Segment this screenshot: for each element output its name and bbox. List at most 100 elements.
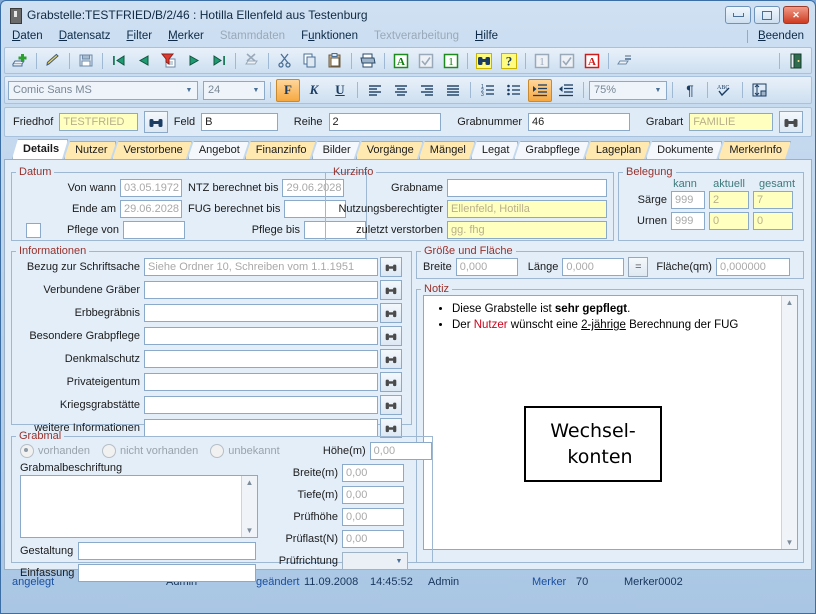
- menu-item-beenden[interactable]: Beenden: [758, 30, 804, 42]
- underline-button[interactable]: U: [328, 79, 352, 102]
- align-right-icon[interactable]: [415, 79, 439, 102]
- saerge-kann-field[interactable]: 999: [671, 191, 705, 209]
- pflege-von-checkbox[interactable]: [26, 222, 41, 238]
- copy-icon[interactable]: [298, 49, 322, 72]
- zoom-combo[interactable]: 75% ▼: [589, 80, 667, 100]
- minimize-button[interactable]: [725, 6, 751, 24]
- tab-angebot[interactable]: Angebot: [188, 141, 249, 159]
- denkmalschutz-field[interactable]: [144, 350, 378, 368]
- filter-icon[interactable]: [157, 49, 181, 72]
- kriegsgrabstaette-field[interactable]: [144, 396, 378, 414]
- feld-field[interactable]: B: [201, 113, 278, 131]
- first-record-icon[interactable]: [107, 49, 131, 72]
- font-name-combo[interactable]: Comic Sans MS ▼: [8, 80, 198, 100]
- number-field-grey-icon[interactable]: 1: [530, 49, 554, 72]
- zuletzt-verstorben-field[interactable]: gg. fhg: [447, 221, 607, 239]
- prueflast-field[interactable]: 0,00: [342, 530, 404, 548]
- saerge-gesamt-field[interactable]: 7: [753, 191, 793, 209]
- erbbegraebnis-binoculars-icon[interactable]: [380, 303, 402, 323]
- urnen-aktuell-field[interactable]: 0: [709, 212, 749, 230]
- verbundene-graeber-binoculars-icon[interactable]: [380, 280, 402, 300]
- line-spacing-icon[interactable]: [748, 79, 772, 102]
- font-size-combo[interactable]: 24 ▼: [203, 80, 265, 100]
- align-left-icon[interactable]: [363, 79, 387, 102]
- equals-button[interactable]: =: [628, 257, 649, 277]
- denkmalschutz-binoculars-icon[interactable]: [380, 349, 402, 369]
- pruefhoehe-field[interactable]: 0,00: [342, 508, 404, 526]
- scroll-down-icon[interactable]: ▼: [783, 536, 796, 549]
- grabmalbeschriftung-textarea[interactable]: ▲ ▼: [20, 475, 258, 538]
- text-field-green-icon[interactable]: A: [389, 49, 413, 72]
- menu-item-datensatz[interactable]: Datensatz: [59, 30, 111, 42]
- flaeche-field[interactable]: 0,000000: [715, 258, 790, 276]
- tab-maengel[interactable]: Mängel: [419, 141, 475, 159]
- friedhof-field[interactable]: TESTFRIED: [59, 113, 138, 131]
- gestaltung-field[interactable]: [78, 542, 256, 560]
- tab-nutzer[interactable]: Nutzer: [64, 141, 116, 159]
- cut-icon[interactable]: [273, 49, 297, 72]
- tab-dokumente[interactable]: Dokumente: [646, 141, 722, 159]
- tab-finanzinfo[interactable]: Finanzinfo: [245, 141, 316, 159]
- text-field-red-icon[interactable]: A: [580, 49, 604, 72]
- notiz-textarea[interactable]: Diese Grabstelle ist sehr gepflegt. Der …: [423, 295, 798, 550]
- erbbegraebnis-field[interactable]: [144, 304, 378, 322]
- tab-bilder[interactable]: Bilder: [312, 141, 360, 159]
- bullet-list-icon[interactable]: [502, 79, 526, 102]
- pruefrichtung-combo[interactable]: ▼: [342, 552, 408, 570]
- verbundene-graeber-field[interactable]: [144, 281, 378, 299]
- urnen-gesamt-field[interactable]: 0: [753, 212, 793, 230]
- italic-button[interactable]: K: [302, 79, 326, 102]
- grabnummer-field[interactable]: 46: [528, 113, 630, 131]
- increase-indent-icon[interactable]: [528, 78, 552, 102]
- search-binoculars-icon[interactable]: [472, 49, 496, 72]
- urnen-kann-field[interactable]: 999: [671, 212, 705, 230]
- einfassung-field[interactable]: [78, 564, 256, 582]
- align-center-icon[interactable]: [389, 79, 413, 102]
- help-question-icon[interactable]: ?: [497, 49, 521, 72]
- menu-item-merker[interactable]: Merker: [168, 30, 204, 42]
- properties-icon[interactable]: [613, 49, 637, 72]
- save-record-icon[interactable]: [74, 49, 98, 72]
- edit-record-icon[interactable]: [41, 49, 65, 72]
- maximize-button[interactable]: [754, 6, 780, 24]
- menu-item-hilfe[interactable]: Hilfe: [475, 30, 498, 42]
- spellcheck-icon[interactable]: ABC: [713, 79, 737, 102]
- besondere-grabpflege-binoculars-icon[interactable]: [380, 326, 402, 346]
- radio-grabmal-vorhanden[interactable]: [20, 444, 34, 458]
- ende-am-field[interactable]: 29.06.2028: [120, 200, 182, 218]
- pflege-von-field[interactable]: [123, 221, 185, 239]
- tab-merkerinfo[interactable]: MerkerInfo: [718, 141, 791, 159]
- friedhof-search-binoculars-icon[interactable]: [143, 111, 168, 133]
- menu-item-funktionen[interactable]: Funktionen: [301, 30, 358, 42]
- grabmal-breite-field[interactable]: 0,00: [342, 464, 404, 482]
- nutzungsberechtigter-field[interactable]: Ellenfeld, Hotilla: [447, 200, 607, 218]
- scroll-up-icon[interactable]: ▲: [783, 296, 796, 309]
- tab-grabpflege[interactable]: Grabpflege: [514, 141, 588, 159]
- breite-field[interactable]: 0,000: [455, 258, 518, 276]
- saerge-aktuell-field[interactable]: 2: [709, 191, 749, 209]
- number-field-green-icon[interactable]: 1: [439, 49, 463, 72]
- besondere-grabpflege-field[interactable]: [144, 327, 378, 345]
- grabart-field[interactable]: FAMILIE: [689, 113, 773, 131]
- decrease-indent-icon[interactable]: [554, 79, 578, 102]
- radio-grabmal-unbekannt[interactable]: [210, 444, 225, 458]
- bold-button[interactable]: F: [276, 78, 300, 102]
- menu-item-daten[interactable]: DDatenaten: [12, 30, 43, 42]
- kriegsgrabstaette-binoculars-icon[interactable]: [380, 395, 402, 415]
- bezug-schriftsache-field[interactable]: Siehe Ordner 10, Schreiben vom 1.1.1951: [144, 258, 378, 276]
- scroll-down-icon[interactable]: ▼: [243, 524, 256, 537]
- privateigentum-binoculars-icon[interactable]: [380, 372, 402, 392]
- previous-record-icon[interactable]: [132, 49, 156, 72]
- scroll-up-icon[interactable]: ▲: [243, 476, 256, 489]
- bezug-schriftsache-binoculars-icon[interactable]: [380, 257, 402, 277]
- grabmalbeschriftung-scrollbar[interactable]: ▲ ▼: [241, 476, 257, 537]
- print-icon[interactable]: [356, 49, 380, 72]
- exit-door-icon[interactable]: [784, 49, 808, 72]
- notiz-scrollbar[interactable]: ▲ ▼: [781, 296, 797, 549]
- radio-grabmal-nicht-vorhanden[interactable]: [102, 444, 116, 458]
- tiefe-field[interactable]: 0,00: [342, 486, 404, 504]
- laenge-field[interactable]: 0,000: [562, 258, 625, 276]
- tab-vorgaenge[interactable]: Vorgänge: [356, 141, 423, 159]
- tab-lageplan[interactable]: Lageplan: [585, 141, 650, 159]
- menu-item-filter[interactable]: Filter: [127, 30, 153, 42]
